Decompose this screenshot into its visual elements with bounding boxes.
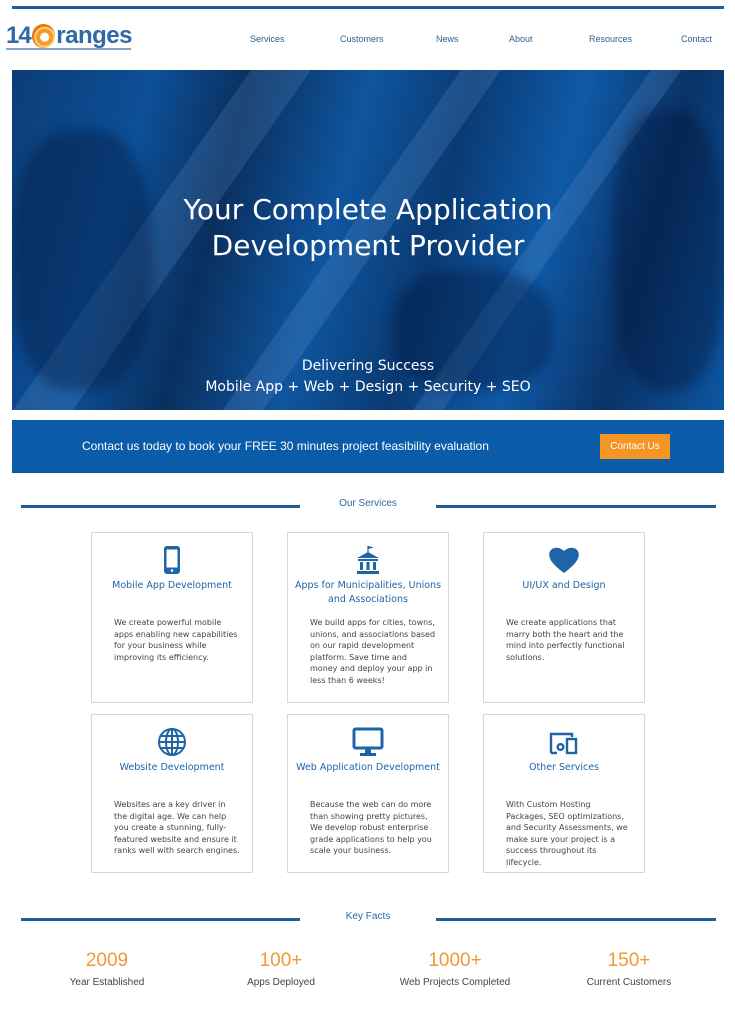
services-heading-label: Our Services [339, 498, 397, 509]
hero-title: Your Complete Application Development Pr… [12, 192, 724, 264]
logo-underline [6, 48, 131, 50]
fact-value: 150+ [607, 950, 651, 971]
fact-label: Current Customers [586, 977, 672, 988]
service-card[interactable]: Other Services With Custom Hosting Packa… [483, 714, 645, 873]
service-description: With Custom Hosting Packages, SEO optimi… [506, 800, 628, 867]
service-title: Website Development [119, 762, 225, 773]
nav-news[interactable]: News [436, 34, 459, 44]
fact-value: 1000+ [428, 950, 482, 971]
service-title: Web Application Development [296, 762, 440, 773]
fact-label: Web Projects Completed [399, 977, 511, 988]
nav-contact[interactable]: Contact [681, 34, 712, 44]
nav-customers[interactable]: Customers [340, 34, 384, 44]
nav-resources[interactable]: Resources [589, 34, 632, 44]
hero-title-line1: Your Complete Application [183, 193, 553, 226]
contact-us-button[interactable]: Contact Us [600, 434, 670, 459]
service-card[interactable]: UI/UX and Design We create applications … [483, 532, 645, 703]
key-facts-heading-label: Key Facts [345, 911, 391, 922]
divider [21, 505, 300, 508]
service-description: We build apps for cities, towns, unions,… [310, 618, 436, 685]
fact-value: 2009 [85, 950, 129, 971]
services-heading: Our Services [0, 498, 735, 514]
fact-label: Year Established [69, 977, 145, 988]
service-description: We create applications that marry both t… [506, 618, 625, 662]
service-card[interactable]: Apps for Municipalities, Unions and Asso… [287, 532, 449, 703]
main-nav: Services Customers News About Resources … [0, 34, 735, 48]
service-card[interactable]: Mobile App Development We create powerfu… [91, 532, 253, 703]
fact-item: 1000+ Web Projects Completed [365, 950, 545, 988]
fact-item: 150+ Current Customers [539, 950, 719, 988]
service-card[interactable]: Website Development Websites are a key d… [91, 714, 253, 873]
smartphone-icon [92, 545, 252, 575]
monitor-icon [288, 727, 448, 757]
hero-subtitle: Delivering Success [301, 358, 435, 374]
cta-band: Contact us today to book your FREE 30 mi… [12, 420, 724, 473]
service-title: UI/UX and Design [522, 580, 606, 591]
top-rule [12, 6, 724, 9]
service-title: Mobile App Development [112, 580, 232, 591]
service-title: Apps for Municipalities, Unions and Asso… [294, 580, 442, 605]
nav-services[interactable]: Services [250, 34, 285, 44]
fact-value: 100+ [259, 950, 303, 971]
service-description: Websites are a key driver in the digital… [114, 800, 240, 856]
service-card[interactable]: Web Application Development Because the … [287, 714, 449, 873]
hero-banner: Your Complete Application Development Pr… [12, 70, 724, 410]
town-hall-icon [288, 545, 448, 575]
divider [436, 918, 716, 921]
hero-title-line2: Development Provider [211, 229, 525, 262]
divider [436, 505, 716, 508]
key-facts-heading: Key Facts [0, 911, 735, 927]
service-description: Because the web can do more than showing… [310, 800, 432, 856]
service-description: We create powerful mobile apps enabling … [114, 618, 238, 662]
divider [21, 918, 300, 921]
globe-icon [92, 727, 252, 757]
cta-text: Contact us today to book your FREE 30 mi… [82, 439, 489, 453]
devices-icon [484, 727, 644, 757]
nav-about[interactable]: About [509, 34, 533, 44]
service-title: Other Services [528, 762, 600, 773]
fact-label: Apps Deployed [247, 977, 315, 988]
hero-tagline: Mobile App + Web + Design + Security + S… [205, 379, 531, 395]
fact-item: 2009 Year Established [17, 950, 197, 988]
heart-icon [484, 545, 644, 575]
fact-item: 100+ Apps Deployed [191, 950, 371, 988]
